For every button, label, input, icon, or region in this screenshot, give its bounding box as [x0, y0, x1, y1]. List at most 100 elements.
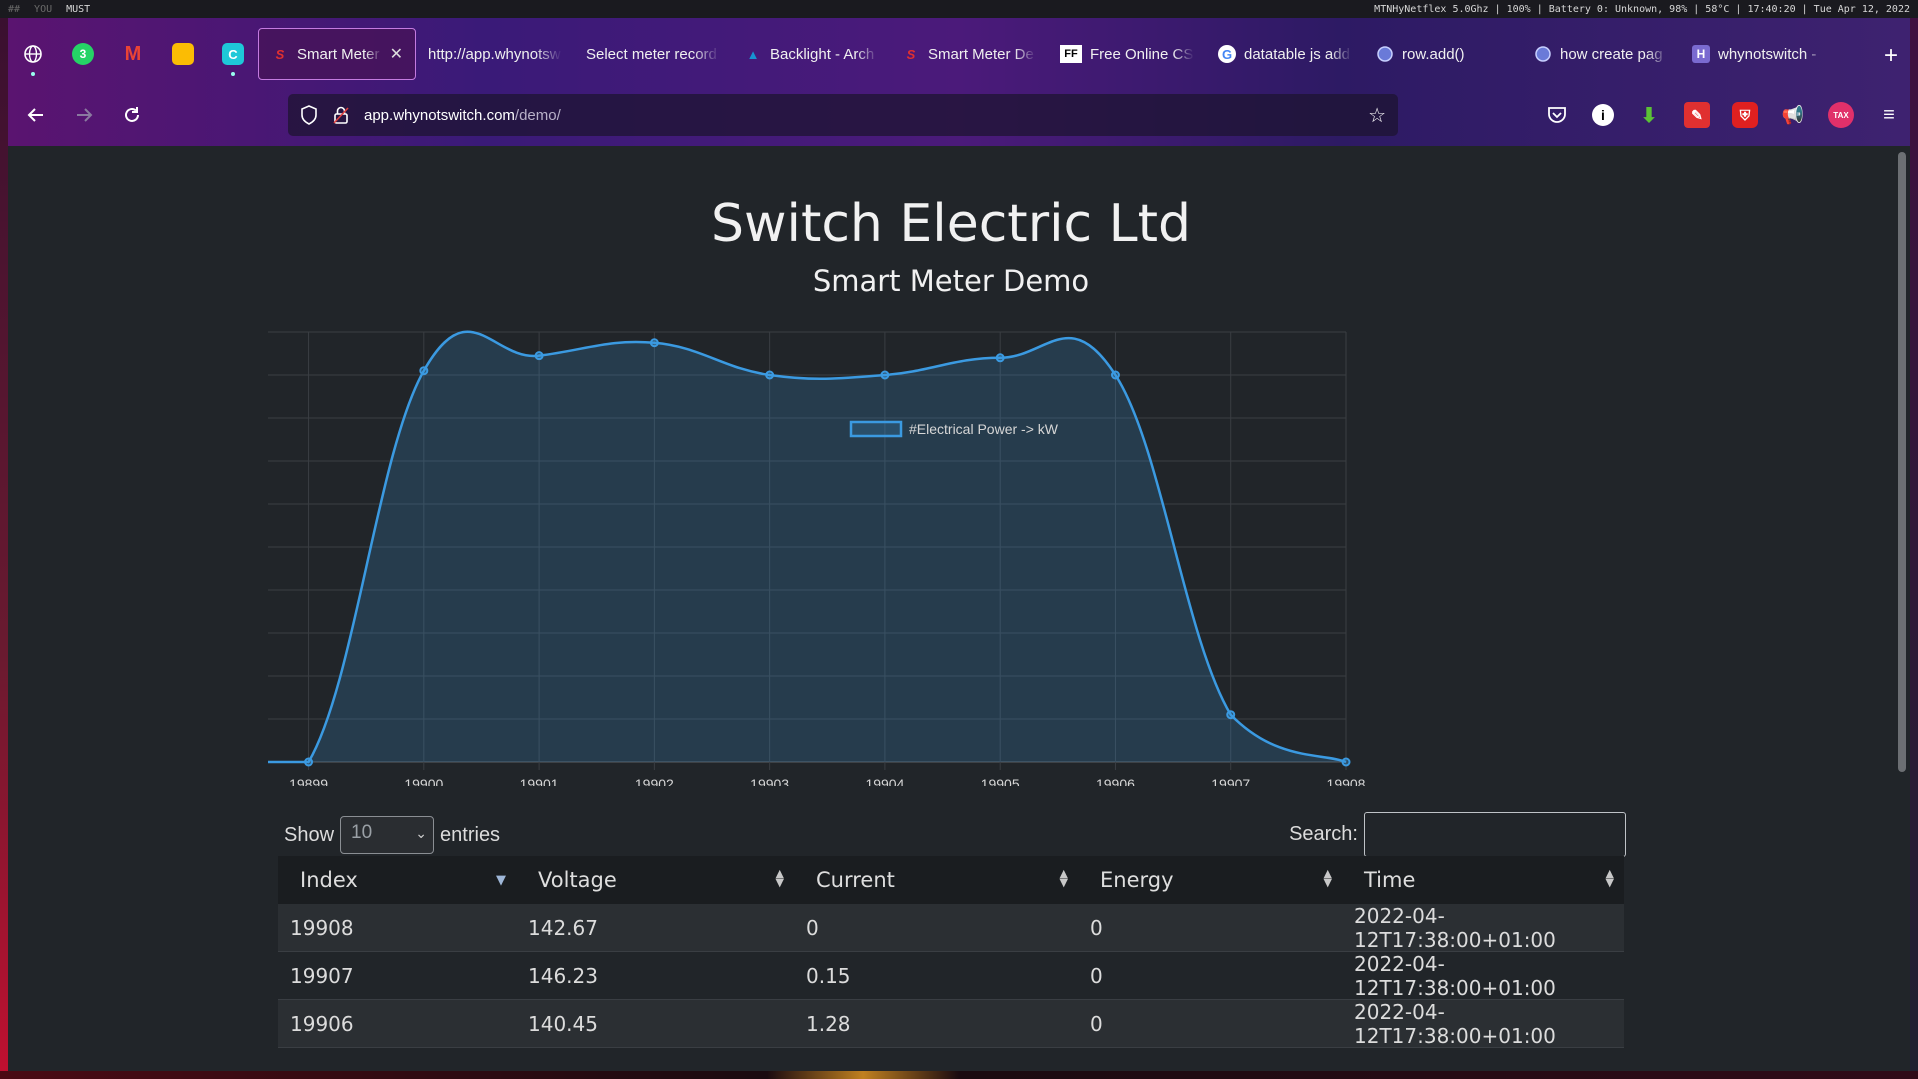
- tab-whynotswitch[interactable]: H whynotswitch -: [1680, 28, 1838, 80]
- data-point: [1226, 710, 1236, 720]
- legend-label: #Electrical Power -> kW: [909, 421, 1059, 437]
- sort-icon: ▲ ▼: [775, 867, 784, 889]
- show-label: Show: [284, 823, 335, 846]
- column-header-energy[interactable]: Energy ▲ ▼: [1078, 856, 1342, 904]
- pinned-tab-whatsapp[interactable]: 3: [58, 28, 108, 80]
- cell-energy: 0: [1090, 963, 1103, 988]
- x-tick-label: 19901: [520, 776, 559, 786]
- tab-label: Select meter record: [586, 45, 717, 63]
- tab-smart-meter[interactable]: S Smart Meter ✕: [258, 28, 416, 80]
- close-icon[interactable]: ✕: [390, 44, 403, 64]
- cell-voltage: 140.45: [528, 1011, 598, 1036]
- pinned-tab-keep[interactable]: [158, 28, 208, 80]
- download-arrow-icon[interactable]: ⬇: [1636, 102, 1662, 128]
- page-length-select[interactable]: 10 ⌄: [340, 816, 435, 854]
- tab-datatable-js[interactable]: G datatable js add: [1206, 28, 1364, 80]
- cell-energy: 0: [1090, 915, 1103, 940]
- reload-button[interactable]: [108, 95, 156, 135]
- workspace-3[interactable]: MUST: [66, 4, 90, 15]
- pinned-tab-c[interactable]: C: [208, 28, 258, 80]
- cell-time: 2022-04-12T17:38:00+01:00: [1354, 999, 1556, 1048]
- circle-icon: [1376, 45, 1394, 63]
- page-length-control: Show 10 ⌄ entries: [284, 816, 500, 854]
- column-header-voltage[interactable]: Voltage ▲ ▼: [516, 856, 794, 904]
- datatable-controls: Show 10 ⌄ entries Search:: [284, 804, 1626, 857]
- x-tick-label: 19903: [750, 776, 789, 786]
- url-path: /demo/: [514, 106, 561, 124]
- forward-button[interactable]: [60, 95, 108, 135]
- cell-index: 19907: [290, 963, 354, 988]
- pinned-tab-gmail[interactable]: M: [108, 28, 158, 80]
- shield-extension-icon[interactable]: ⛨: [1732, 102, 1758, 128]
- arch-icon: ▲: [746, 46, 760, 62]
- data-point: [995, 353, 1005, 363]
- data-point: [304, 757, 314, 767]
- tab-strip: 3 M C S Smart Meter ✕ http://app.whynots…: [8, 28, 1910, 80]
- x-tick-label: 19908: [1327, 776, 1366, 786]
- cell-voltage: 142.67: [528, 915, 598, 940]
- shield-icon[interactable]: [300, 105, 318, 125]
- column-header-index[interactable]: Index ▼: [278, 856, 516, 904]
- cell-index: 19908: [290, 915, 354, 940]
- readings-table: Index ▼ Voltage ▲ ▼ Current ▲ ▼ Energy ▲ ▼ …: [278, 856, 1624, 1048]
- data-point: [880, 370, 890, 380]
- chart-legend[interactable]: #Electrical Power -> kW: [849, 420, 1059, 438]
- column-label: Voltage: [538, 868, 617, 892]
- pinned-tab-globe[interactable]: [8, 28, 58, 80]
- workspace-list: ## YOU MUST: [8, 4, 90, 15]
- search-input[interactable]: [1364, 812, 1626, 857]
- tab-label: http://app.whynotswitch: [428, 45, 562, 63]
- cell-time: 2022-04-12T17:38:00+01:00: [1354, 903, 1556, 952]
- url-bar[interactable]: app.whynotswitch.com/demo/ ☆: [288, 94, 1398, 136]
- tab-label: Backlight - Arch: [770, 45, 875, 63]
- column-label: Energy: [1100, 868, 1174, 892]
- table-header: Index ▼ Voltage ▲ ▼ Current ▲ ▼ Energy ▲ ▼ …: [278, 856, 1624, 904]
- tab-backlight-arch[interactable]: ▲ Backlight - Arch: [732, 28, 890, 80]
- megaphone-icon[interactable]: 📢: [1780, 102, 1806, 128]
- tab-whynotswitch-url[interactable]: http://app.whynotswitch: [416, 28, 574, 80]
- whatsapp-icon: 3: [72, 43, 94, 65]
- tab-row-add[interactable]: row.add(): [1364, 28, 1522, 80]
- tab-smart-meter-demo[interactable]: S Smart Meter De: [890, 28, 1048, 80]
- workspace-1[interactable]: ##: [8, 4, 20, 15]
- tab-free-online-css[interactable]: FF Free Online CS: [1048, 28, 1206, 80]
- column-header-current[interactable]: Current ▲ ▼: [794, 856, 1078, 904]
- table-row[interactable]: 19906 140.45 1.28 0 2022-04-12T17:38:00+…: [278, 1000, 1624, 1048]
- back-button[interactable]: [12, 95, 60, 135]
- page-length-value: 10: [351, 822, 373, 843]
- page-title: Switch Electric Ltd: [710, 194, 1192, 254]
- reload-icon: [125, 107, 139, 122]
- hamburger-menu-icon[interactable]: ≡: [1876, 102, 1902, 128]
- new-tab-button[interactable]: +: [1884, 42, 1898, 70]
- x-tick-label: 19906: [1096, 776, 1135, 786]
- url-host: app.whynotswitch.com: [364, 106, 515, 124]
- tab-label: Free Online CS: [1090, 45, 1194, 63]
- column-label: Current: [816, 868, 895, 892]
- wallpaper-bottom-edge: [0, 1071, 1918, 1079]
- page-subtitle: Smart Meter Demo: [812, 264, 1090, 298]
- tab-how-create-page[interactable]: how create pag: [1522, 28, 1680, 80]
- x-axis-ticks: 1989719898198991990019901199021990319904…: [289, 776, 1366, 786]
- pen-extension-icon[interactable]: ✎: [1684, 102, 1710, 128]
- tab-label: Smart Meter: [297, 45, 380, 63]
- extension-toolbar: i ⬇ ✎ ⛨ 📢 TAX ≡: [1544, 94, 1902, 136]
- data-point: [1341, 757, 1351, 767]
- lock-icon[interactable]: [332, 105, 350, 125]
- table-row[interactable]: 19908 142.67 0 0 2022-04-12T17:38:00+01:…: [278, 904, 1624, 952]
- circle-icon: [1534, 45, 1552, 63]
- table-row[interactable]: 19907 146.23 0.15 0 2022-04-12T17:38:00+…: [278, 952, 1624, 1000]
- workspace-2[interactable]: YOU: [34, 4, 52, 15]
- data-point: [534, 351, 544, 361]
- avatar-extension-icon[interactable]: TAX: [1828, 102, 1854, 128]
- tab-label: datatable js add: [1244, 45, 1350, 63]
- tab-select-meter[interactable]: Select meter record: [574, 28, 732, 80]
- bookmark-star-icon[interactable]: ☆: [1368, 103, 1386, 128]
- cell-current: 1.28: [806, 1011, 851, 1036]
- info-extension-icon[interactable]: i: [1592, 104, 1614, 126]
- pocket-icon[interactable]: [1544, 102, 1570, 128]
- s-logo-icon: S: [275, 46, 285, 62]
- tab-label: row.add(): [1402, 45, 1465, 63]
- page-scrollbar[interactable]: [1898, 152, 1906, 772]
- column-header-time[interactable]: Time ▲ ▼: [1342, 856, 1624, 904]
- ff-icon: FF: [1060, 45, 1082, 63]
